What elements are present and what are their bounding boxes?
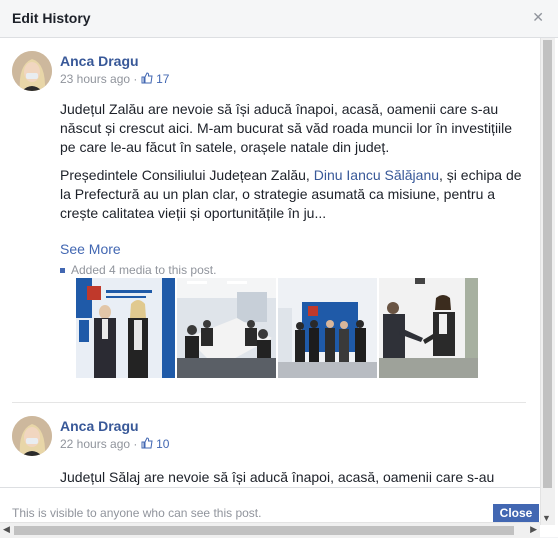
timestamp[interactable]: 23 hours ago: [60, 72, 130, 86]
post-body: Județul Zalău are nevoie să își aducă în…: [60, 100, 530, 232]
avatar[interactable]: [12, 51, 52, 91]
visibility-note: This is visible to anyone who can see th…: [12, 506, 262, 520]
scrollbar-thumb[interactable]: [543, 40, 552, 488]
chevron-right-icon[interactable]: ▶: [530, 524, 537, 535]
chevron-left-icon[interactable]: ◀: [3, 524, 10, 535]
bullet-icon: [60, 268, 65, 274]
close-button[interactable]: Close: [493, 504, 539, 523]
thumbs-up-icon: [141, 72, 156, 86]
dialog-header: Edit History ✕: [0, 0, 558, 38]
vertical-scrollbar[interactable]: ▼: [540, 38, 555, 525]
post-paragraph: Județul Zalău are nevoie să își aducă în…: [60, 101, 513, 155]
chevron-down-icon[interactable]: ▼: [542, 513, 551, 523]
dialog-footer: This is visible to anyone who can see th…: [0, 487, 540, 523]
post-meta: 22 hours ago · 10: [60, 437, 169, 451]
author-name[interactable]: Anca Dragu: [60, 53, 139, 69]
author-name[interactable]: Anca Dragu: [60, 418, 139, 434]
timestamp[interactable]: 22 hours ago: [60, 437, 130, 451]
post-body: Județul Sălaj are nevoie să își aducă în…: [60, 468, 530, 487]
photo-grid: [76, 278, 478, 378]
scrollbar-thumb[interactable]: [14, 526, 514, 535]
dialog-title: Edit History: [12, 10, 91, 26]
thumbs-up-icon: [141, 437, 156, 451]
like-count[interactable]: 17: [156, 72, 169, 86]
photo-4[interactable]: [379, 278, 478, 378]
like-count[interactable]: 10: [156, 437, 169, 451]
post-meta: 23 hours ago · 17: [60, 72, 169, 86]
photo-1[interactable]: [76, 278, 175, 378]
photo-2[interactable]: [177, 278, 276, 378]
photo-3[interactable]: [278, 278, 377, 378]
history-entry: Anca Dragu 22 hours ago · 10 Județul Săl…: [0, 406, 540, 487]
meta-separator: ·: [133, 72, 138, 86]
history-entry: Anca Dragu 23 hours ago · 17 Județul Zal…: [0, 38, 540, 406]
see-more-link[interactable]: See More: [60, 241, 121, 257]
entry-divider: [12, 402, 526, 403]
avatar[interactable]: [12, 416, 52, 456]
media-note: Added 4 media to this post.: [60, 263, 216, 277]
post-paragraph: Județul Sălaj are nevoie să își aducă în…: [60, 469, 495, 485]
paragraph-text: Președintele Consiliului Județean Zalău,: [60, 167, 314, 183]
close-icon[interactable]: ✕: [532, 9, 544, 26]
history-list[interactable]: Anca Dragu 23 hours ago · 17 Județul Zal…: [0, 38, 540, 487]
post-paragraph: Președintele Consiliului Județean Zalău,…: [60, 166, 530, 223]
mention-link[interactable]: Dinu Iancu Sălăjanu: [314, 167, 439, 183]
edit-history-dialog: Edit History ✕ Anca Dragu 23 hours ago ·: [0, 0, 558, 538]
meta-separator: ·: [133, 437, 138, 451]
media-note-text: Added 4 media to this post.: [71, 263, 217, 277]
horizontal-scrollbar[interactable]: ◀ ▶: [0, 522, 540, 538]
